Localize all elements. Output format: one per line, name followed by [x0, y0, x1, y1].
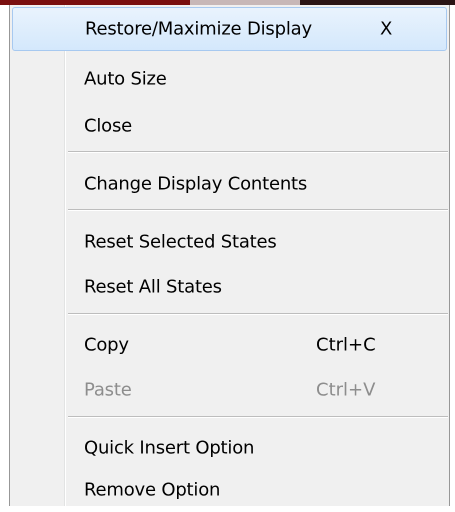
- menu-item-label: Paste: [84, 379, 132, 401]
- menu-item-label: Remove Option: [84, 479, 221, 501]
- context-menu: Restore/Maximize Display X Auto Size Clo…: [9, 5, 450, 506]
- menu-item-label: Reset Selected States: [84, 231, 277, 253]
- menu-item-close[interactable]: Close: [12, 104, 447, 148]
- menu-item-label: Quick Insert Option: [84, 437, 255, 459]
- menu-item-label: Reset All States: [84, 276, 222, 298]
- menu-item-copy[interactable]: Copy Ctrl+C: [12, 323, 447, 367]
- menu-item-restore-maximize-display[interactable]: Restore/Maximize Display X: [12, 7, 447, 51]
- menu-item-label: Restore/Maximize Display: [85, 18, 312, 40]
- menu-separator: [68, 313, 448, 315]
- menu-item-remove-option[interactable]: Remove Option: [12, 468, 447, 512]
- menu-item-label: Copy: [84, 334, 129, 356]
- menu-item-shortcut: Ctrl+C: [316, 334, 376, 356]
- menu-item-change-display-contents[interactable]: Change Display Contents: [12, 162, 447, 206]
- menu-item-quick-insert-option[interactable]: Quick Insert Option: [12, 426, 447, 470]
- menu-item-label: Change Display Contents: [84, 173, 308, 195]
- menu-separator: [68, 151, 448, 153]
- menu-item-reset-all-states[interactable]: Reset All States: [12, 265, 447, 309]
- menu-separator: [68, 416, 448, 418]
- menu-item-reset-selected-states[interactable]: Reset Selected States: [12, 220, 447, 264]
- menu-item-auto-size[interactable]: Auto Size: [12, 57, 447, 101]
- menu-item-paste[interactable]: Paste Ctrl+V: [12, 368, 447, 412]
- menu-item-label: Auto Size: [84, 68, 167, 90]
- menu-item-label: Close: [84, 115, 133, 137]
- menu-item-shortcut: X: [380, 18, 393, 40]
- menu-item-shortcut: Ctrl+V: [316, 379, 376, 401]
- menu-separator: [68, 209, 448, 211]
